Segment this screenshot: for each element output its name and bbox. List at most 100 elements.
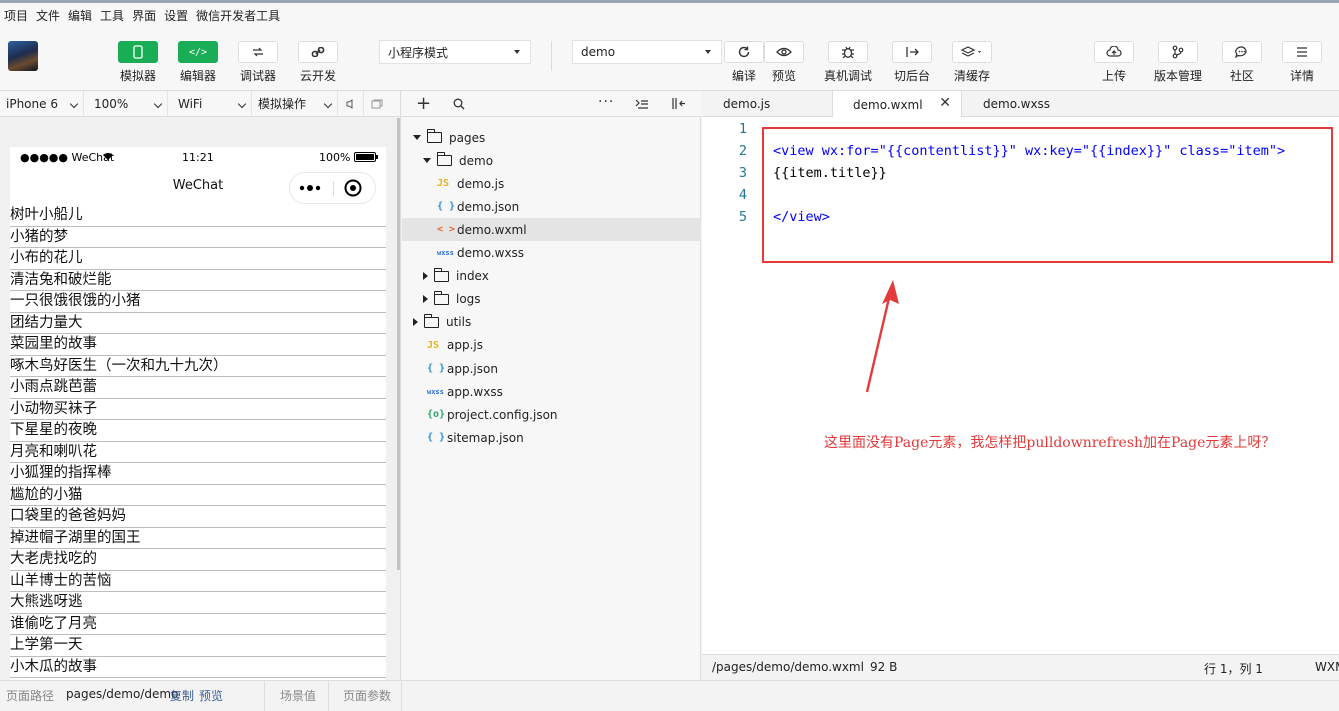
debugger-toggle-button[interactable] xyxy=(238,41,278,63)
caret-right-icon[interactable] xyxy=(423,295,428,304)
chevron-down-icon xyxy=(323,99,333,108)
folder-open-icon xyxy=(437,152,452,167)
tree-item-app-wxss[interactable]: wxss app.wxss xyxy=(402,380,701,403)
caret-down-icon xyxy=(705,50,711,54)
chevron-down-icon xyxy=(153,99,163,108)
js-file-icon: JS xyxy=(437,178,450,190)
capsule-divider xyxy=(333,181,334,196)
file-path: /pages/demo/demo.wxml xyxy=(712,660,864,674)
wxml-file-icon: < > xyxy=(437,224,456,236)
list-item: 团结力量大 xyxy=(10,313,386,334)
chevron-down-icon xyxy=(237,99,247,108)
tree-item-project-config-json[interactable]: {o} project.config.json xyxy=(402,403,701,426)
cloud-dev-button[interactable] xyxy=(298,41,338,63)
menu-devtools[interactable]: 微信开发者工具 xyxy=(194,7,286,24)
tree-item-demo-wxml[interactable]: < > demo.wxml xyxy=(402,218,701,242)
more-options-icon[interactable]: ··· xyxy=(598,94,614,110)
compile-mode-select[interactable]: demo xyxy=(572,40,722,64)
tree-item-index[interactable]: index xyxy=(402,265,701,288)
list-item: 尴尬的小猫 xyxy=(10,485,386,506)
list-item: 小布的花儿 xyxy=(10,248,386,270)
editor-toggle-button[interactable]: </> xyxy=(178,41,218,63)
version-control-button[interactable] xyxy=(1158,41,1198,63)
tree-item-logs[interactable]: logs xyxy=(402,288,701,311)
network-select-value: WiFi xyxy=(178,96,203,111)
simulator-toggle-button[interactable] xyxy=(118,41,158,63)
toolbar-divider xyxy=(551,41,552,71)
clear-cache-button[interactable] xyxy=(952,41,992,63)
tree-item-utils[interactable]: utils xyxy=(402,311,701,334)
menu-tools[interactable]: 工具 xyxy=(98,7,130,24)
collapse-list-icon[interactable] xyxy=(635,99,649,109)
tab-demo-js[interactable]: demo.js xyxy=(702,91,832,117)
mode-select[interactable]: 小程序模式 xyxy=(379,40,531,64)
folder-icon xyxy=(434,267,449,282)
caret-down-icon[interactable] xyxy=(423,158,431,164)
close-icon[interactable]: ✕ xyxy=(939,95,951,111)
mode-select-value: 小程序模式 xyxy=(388,45,449,60)
status-time: 11:21 xyxy=(182,150,214,164)
menu-settings[interactable]: 设置 xyxy=(162,7,194,24)
list-item: 大熊逃呀逃 xyxy=(10,592,386,614)
preview-button[interactable] xyxy=(764,41,804,63)
tab-demo-wxss[interactable]: demo.wxss xyxy=(962,91,1092,117)
compile-button[interactable] xyxy=(724,41,764,63)
language-mode[interactable]: WXM xyxy=(1315,660,1339,674)
background-switch-button[interactable] xyxy=(892,41,932,63)
menu-edit[interactable]: 编辑 xyxy=(66,7,98,24)
page-path-value: pages/demo/demo xyxy=(66,687,179,701)
community-button[interactable] xyxy=(1222,41,1262,63)
menu-file[interactable]: 文件 xyxy=(34,7,66,24)
list-item: 下星星的夜晚 xyxy=(10,420,386,442)
tree-item-demo[interactable]: demo xyxy=(402,149,701,172)
simulator-scrollbar[interactable] xyxy=(397,118,400,570)
cursor-position[interactable]: 行 1，列 1 xyxy=(1204,660,1263,677)
close-target-icon[interactable] xyxy=(344,179,362,197)
simulator-area: ●●●●● WeChat 11:21 100% WeChat 树叶小船儿 小猪的梦… xyxy=(0,117,401,680)
add-file-icon[interactable]: + xyxy=(416,93,431,114)
page-params-button[interactable]: 页面参数 xyxy=(343,687,391,704)
menu-icon xyxy=(1297,47,1307,57)
wxss-file-icon: wxss xyxy=(427,387,444,396)
menu-project[interactable]: 项目 xyxy=(2,7,34,24)
json-file-icon: { } xyxy=(427,363,446,374)
story-list: 树叶小船儿 小猪的梦 小布的花儿 清洁兔和破烂能 一只很饿很饿的小猪 团结力量大 菜园里的故… xyxy=(10,205,386,678)
mute-button[interactable] xyxy=(338,90,364,117)
upload-button[interactable] xyxy=(1094,41,1134,63)
simulate-operation-select[interactable]: 模拟操作 xyxy=(252,90,338,117)
phone-status-bar: ●●●●● WeChat 11:21 100% xyxy=(10,147,386,167)
caret-down-icon[interactable] xyxy=(413,135,421,140)
config-file-icon: {o} xyxy=(427,409,446,421)
split-view-icon[interactable] xyxy=(672,97,686,110)
line-number: 5 xyxy=(738,209,747,225)
search-icon[interactable] xyxy=(453,98,465,110)
caret-right-icon[interactable] xyxy=(423,272,428,281)
remote-debug-button[interactable] xyxy=(828,41,868,63)
menu-view[interactable]: 界面 xyxy=(130,7,162,24)
zoom-select[interactable]: 100% xyxy=(84,90,168,117)
tree-item-demo-wxss[interactable]: wxss demo.wxss xyxy=(402,242,701,265)
tab-demo-wxml[interactable]: demo.wxml ✕ xyxy=(832,91,962,118)
more-dots-icon[interactable] xyxy=(298,183,324,193)
device-select[interactable]: iPhone 6 xyxy=(0,90,84,117)
details-button[interactable] xyxy=(1282,41,1322,63)
preview-path-link[interactable]: 预览 xyxy=(199,687,223,704)
annotation-question: 这里面没有Page元素，我怎样把pulldownrefresh加在Page元素上… xyxy=(824,435,1276,451)
copy-path-link[interactable]: 复制 xyxy=(170,687,194,704)
caret-right-icon[interactable] xyxy=(413,318,418,327)
tree-item-demo-json[interactable]: { } demo.json xyxy=(402,195,701,218)
tree-item-demo-js[interactable]: JS demo.js xyxy=(402,172,701,195)
tree-item-app-js[interactable]: JS app.js xyxy=(402,334,701,357)
list-item: 小猪的梦 xyxy=(10,227,386,248)
scene-value-button[interactable]: 场景值 xyxy=(280,687,316,704)
tree-item-pages[interactable]: pages xyxy=(402,126,701,149)
avatar[interactable] xyxy=(8,41,38,71)
network-select[interactable]: WiFi xyxy=(168,90,252,117)
chat-icon xyxy=(1235,46,1247,58)
tree-item-app-json[interactable]: { } app.json xyxy=(402,357,701,380)
capsule-menu[interactable] xyxy=(289,172,376,204)
detach-window-button[interactable] xyxy=(364,91,390,117)
list-item: 小狐狸的指挥棒 xyxy=(10,463,386,485)
list-item: 清洁兔和破烂能 xyxy=(10,270,386,291)
tree-item-sitemap-json[interactable]: { } sitemap.json xyxy=(402,426,701,449)
